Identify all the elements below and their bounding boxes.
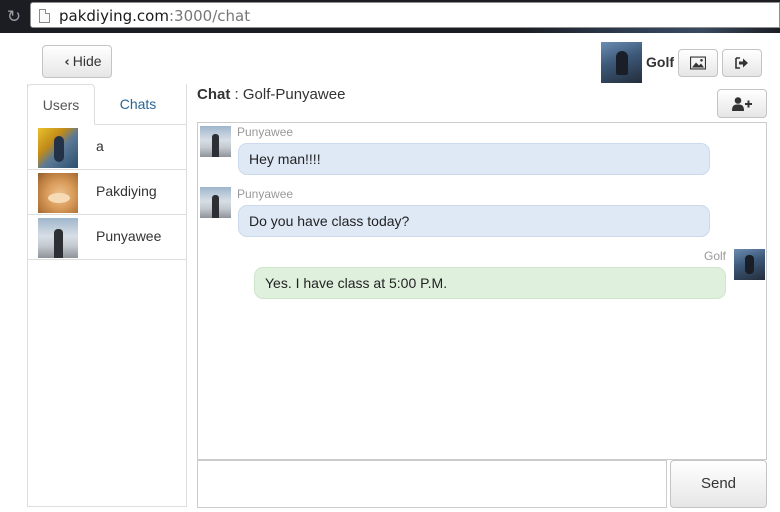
user-list-item[interactable]: Pakdiying	[28, 170, 186, 215]
browser-toolbar: ↻ pakdiying.com:3000/chat	[0, 0, 780, 33]
message-list[interactable]: Punyawee Hey man!!!! Punyawee Do you hav…	[197, 122, 767, 460]
send-button[interactable]: Send	[670, 460, 767, 508]
tab-users[interactable]: Users	[27, 84, 95, 125]
reload-icon[interactable]: ↻	[4, 7, 24, 27]
message-bubble: Yes. I have class at 5:00 P.M.	[254, 267, 726, 299]
add-user-icon	[732, 96, 752, 111]
chevron-left-icon: ‹	[64, 55, 70, 70]
avatar	[200, 126, 231, 157]
logout-button[interactable]	[722, 49, 762, 77]
sidebar-tabs: Users Chats	[27, 84, 187, 125]
chat-title-name: Golf-Punyawee	[242, 86, 346, 103]
chat-title-label: Chat	[197, 86, 231, 103]
chat-title: Chat : Golf-Punyawee	[197, 86, 345, 103]
user-name: Punyawee	[96, 228, 162, 244]
image-button[interactable]	[678, 49, 718, 77]
address-bar[interactable]: pakdiying.com:3000/chat	[30, 2, 780, 28]
chat-title-separator: :	[230, 86, 243, 103]
user-name: a	[96, 138, 104, 154]
message-sender: Punyawee	[237, 187, 294, 201]
hide-button[interactable]: ‹ Hide	[42, 45, 112, 78]
url-text: pakdiying.com:3000/chat	[59, 6, 250, 26]
page-icon	[39, 9, 50, 23]
picture-icon	[690, 56, 706, 70]
avatar	[38, 128, 78, 168]
current-user-name: Golf	[646, 54, 674, 70]
current-user-avatar	[601, 42, 642, 83]
hide-label: Hide	[72, 53, 102, 69]
add-user-button[interactable]	[717, 89, 767, 118]
message-sender: Golf	[704, 249, 727, 263]
avatar	[734, 249, 765, 280]
url-path: :3000/chat	[168, 7, 251, 25]
avatar	[38, 173, 78, 213]
url-host: pakdiying.com	[59, 7, 169, 25]
message-sender: Punyawee	[237, 125, 294, 139]
avatar	[200, 187, 231, 218]
user-name: Pakdiying	[96, 183, 157, 199]
message-bubble: Hey man!!!!	[238, 143, 710, 175]
message-bubble: Do you have class today?	[238, 205, 710, 237]
message-input[interactable]	[197, 460, 667, 508]
user-list-item[interactable]: a	[28, 125, 186, 170]
toolbar-decoration	[520, 28, 780, 33]
sign-out-icon	[735, 57, 748, 69]
user-list-item[interactable]: Punyawee	[28, 215, 186, 260]
tab-chats[interactable]: Chats	[99, 84, 177, 125]
avatar	[38, 218, 78, 258]
